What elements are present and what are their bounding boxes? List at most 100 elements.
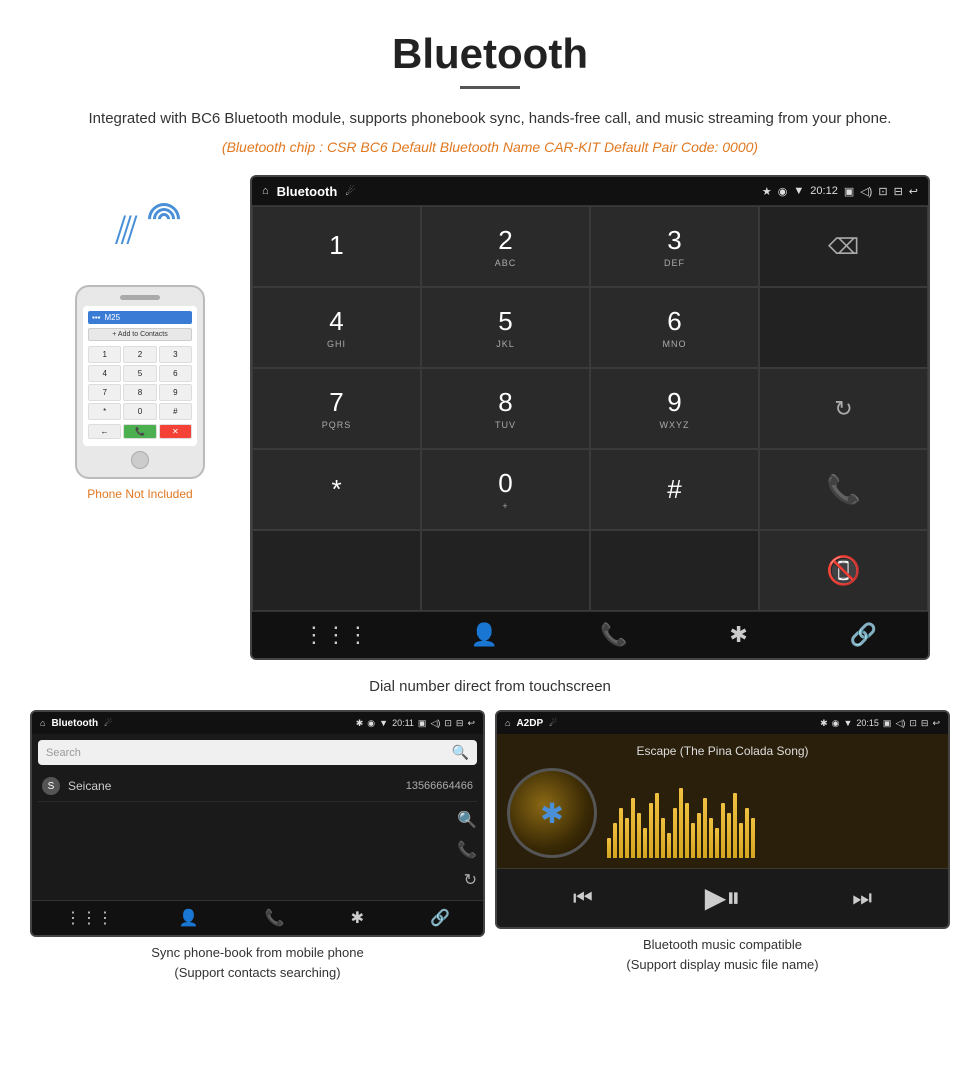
viz-bar (715, 828, 719, 858)
music-visualizer (607, 768, 938, 858)
nav-grid-icon[interactable]: ⋮⋮⋮ (303, 622, 369, 648)
mus-camera[interactable]: ▣ (883, 718, 892, 729)
mus-back[interactable]: ↩ (932, 718, 940, 729)
pb-home-icon[interactable]: ⌂ (40, 718, 45, 728)
volume-icon[interactable]: ◁) (860, 185, 872, 198)
mini-key-0: 0 (123, 403, 156, 420)
key-star[interactable]: * (252, 449, 421, 530)
signal-icon: ▼ (793, 185, 804, 197)
pb-nav-grid[interactable]: ⋮⋮⋮ (65, 908, 113, 928)
nav-phone-icon[interactable]: 📞 (600, 622, 627, 648)
key-9[interactable]: 9WXYZ (590, 368, 759, 449)
phonebook-container: ⌂ Bluetooth ☄ ✱ ◉ ▼ 20:11 ▣ ◁) ⊡ ⊟ ↩ (30, 710, 485, 982)
next-track-icon[interactable]: ⏭ (852, 885, 872, 911)
bottom-screens: ⌂ Bluetooth ☄ ✱ ◉ ▼ 20:11 ▣ ◁) ⊡ ⊟ ↩ (0, 710, 980, 992)
dial-android-screen: ⌂ Bluetooth ☄ ★ ◉ ▼ 20:12 ▣ ◁) ⊡ ⊟ ↩ 1 (250, 175, 930, 660)
pb-vol[interactable]: ◁) (430, 718, 440, 729)
window-icon[interactable]: ⊡ (878, 185, 887, 198)
pb-nav-bt[interactable]: ✱ (351, 908, 364, 928)
viz-bar (685, 803, 689, 858)
mini-key-3: 3 (159, 346, 192, 363)
back-icon[interactable]: ↩ (909, 185, 918, 198)
viz-bar (613, 823, 617, 858)
bluetooth-signal-graphic: ⫻ (95, 195, 185, 275)
title-divider (460, 86, 520, 89)
key-6[interactable]: 6MNO (590, 287, 759, 368)
mus-min[interactable]: ⊟ (921, 718, 929, 729)
viz-bar (727, 813, 731, 858)
key-5[interactable]: 5JKL (421, 287, 590, 368)
minimize-icon[interactable]: ⊟ (894, 185, 903, 198)
home-icon[interactable]: ⌂ (262, 185, 269, 197)
mus-signal: ▼ (843, 718, 852, 728)
viz-bar (733, 793, 737, 858)
pb-nav-person[interactable]: 👤 (179, 908, 199, 928)
key-3[interactable]: 3DEF (590, 206, 759, 287)
mini-key-8: 8 (123, 384, 156, 401)
viz-bar (751, 818, 755, 858)
viz-bar (649, 803, 653, 858)
contact-row[interactable]: S Seicane 13566664466 (38, 771, 477, 802)
mus-time: 20:15 (856, 718, 879, 728)
pb-nav-phone[interactable]: 📞 (265, 908, 285, 928)
key-hash[interactable]: # (590, 449, 759, 530)
phonebook-caption: Sync phone-book from mobile phone(Suppor… (151, 943, 363, 982)
viz-bar (637, 813, 641, 858)
prev-track-icon[interactable]: ⏮ (573, 885, 593, 911)
nav-bluetooth-icon[interactable]: ✱ (729, 622, 747, 648)
camera-icon[interactable]: ▣ (844, 185, 854, 198)
add-contacts-btn: + Add to Contacts (88, 328, 192, 341)
mus-home-icon[interactable]: ⌂ (505, 718, 510, 728)
music-content: Escape (The Pina Colada Song) ✱ (497, 734, 948, 868)
key-refresh[interactable]: ↻ (759, 368, 928, 449)
dial-caption: Dial number direct from touchscreen (0, 670, 980, 710)
phone-speaker (120, 295, 160, 300)
mini-call-buttons: ← 📞 ✕ (88, 424, 192, 439)
statusbar: ⌂ Bluetooth ☄ ★ ◉ ▼ 20:12 ▣ ◁) ⊡ ⊟ ↩ (252, 177, 928, 205)
key-empty-6 (421, 530, 590, 611)
viz-bar (739, 823, 743, 858)
phonebook-screen: ⌂ Bluetooth ☄ ✱ ◉ ▼ 20:11 ▣ ◁) ⊡ ⊟ ↩ (30, 710, 485, 937)
mini-key-9: 9 (159, 384, 192, 401)
pb-nav-link[interactable]: 🔗 (430, 908, 450, 928)
pb-camera[interactable]: ▣ (418, 718, 427, 729)
mini-back-btn: ← (88, 424, 121, 439)
search-bar[interactable]: Search (46, 747, 452, 759)
pb-back[interactable]: ↩ (467, 718, 475, 729)
key-4[interactable]: 4GHI (252, 287, 421, 368)
key-call-green[interactable]: 📞 (759, 449, 928, 530)
mus-win[interactable]: ⊡ (909, 718, 917, 729)
app-name: Bluetooth (277, 184, 338, 199)
statusbar-right: ★ ◉ ▼ 20:12 ▣ ◁) ⊡ ⊟ ↩ (762, 185, 918, 198)
music-screen: ⌂ A2DP ☄ ✱ ◉ ▼ 20:15 ▣ ◁) ⊡ ⊟ ↩ Escape (… (495, 710, 950, 929)
key-0[interactable]: 0+ (421, 449, 590, 530)
viz-bar (625, 818, 629, 858)
phone-home-button (131, 451, 149, 469)
music-controls: ⏮ ▶⏸ ⏭ (497, 868, 948, 927)
search-icon[interactable]: 🔍 (452, 744, 469, 761)
key-1[interactable]: 1 (252, 206, 421, 287)
viz-bar (703, 798, 707, 858)
viz-bar (745, 808, 749, 858)
pb-win[interactable]: ⊡ (444, 718, 452, 729)
key-empty-1: ⌫ (759, 206, 928, 287)
nav-person-icon[interactable]: 👤 (471, 622, 498, 648)
pb-right-search[interactable]: 🔍 (457, 810, 477, 830)
nav-link-icon[interactable]: 🔗 (850, 622, 877, 648)
key-2[interactable]: 2ABC (421, 206, 590, 287)
pb-min[interactable]: ⊟ (456, 718, 464, 729)
viz-bar (631, 798, 635, 858)
pb-right-refresh[interactable]: ↻ (464, 870, 477, 890)
key-call-red[interactable]: 📵 (759, 530, 928, 611)
mus-vol[interactable]: ◁) (895, 718, 905, 729)
play-pause-icon[interactable]: ▶⏸ (705, 881, 741, 915)
pb-right-phone[interactable]: 📞 (457, 840, 477, 860)
music-caption: Bluetooth music compatible(Support displ… (626, 935, 818, 974)
key-8[interactable]: 8TUV (421, 368, 590, 449)
key-empty-5 (252, 530, 421, 611)
phone-header: ▪▪▪ M25 (88, 311, 192, 324)
mus-bt-icon: ✱ (820, 718, 828, 729)
bluetooth-icon: ⫻ (115, 210, 138, 253)
viz-bar (643, 828, 647, 858)
key-7[interactable]: 7PQRS (252, 368, 421, 449)
